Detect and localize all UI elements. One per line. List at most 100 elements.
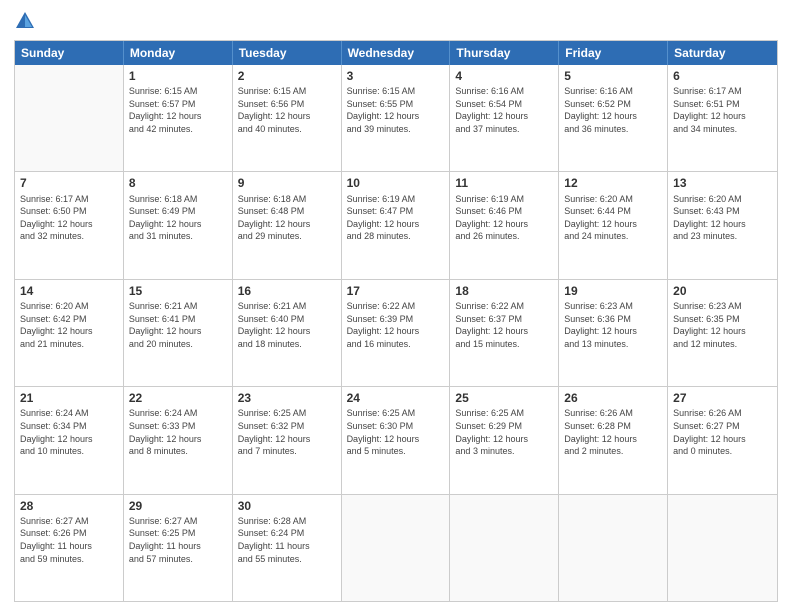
cell-info: Sunrise: 6:17 AM Sunset: 6:51 PM Dayligh… [673,85,772,135]
cell-info: Sunrise: 6:16 AM Sunset: 6:54 PM Dayligh… [455,85,553,135]
calendar-cell: 28Sunrise: 6:27 AM Sunset: 6:26 PM Dayli… [15,495,124,601]
calendar-cell: 3Sunrise: 6:15 AM Sunset: 6:55 PM Daylig… [342,65,451,171]
calendar-cell: 8Sunrise: 6:18 AM Sunset: 6:49 PM Daylig… [124,172,233,278]
calendar-header-wednesday: Wednesday [342,41,451,65]
calendar-cell: 10 Sunrise: 6:19 AM Sunset: 6:47 PM Dayli… [342,172,451,278]
cell-info: Sunrise: 6:21 AM Sunset: 6:41 PM Dayligh… [129,300,227,350]
cell-info: Sunrise: 6:20 AM Sunset: 6:42 PM Dayligh… [20,300,118,350]
calendar-cell: 9 Sunrise: 6:18 AM Sunset: 6:48 PM Daylig… [233,172,342,278]
page-container: SundayMondayTuesdayWednesdayThursdayFrid… [0,0,792,612]
page-header [14,10,778,32]
day-number: 12 [564,175,662,191]
day-number: 22 [129,390,227,406]
day-number: 27 [673,390,772,406]
day-number: 23 [238,390,336,406]
calendar-cell: 1Sunrise: 6:15 AM Sunset: 6:57 PM Daylig… [124,65,233,171]
cell-info: Sunrise: 6:15 AM Sunset: 6:56 PM Dayligh… [238,85,336,135]
calendar-cell: 27Sunrise: 6:26 AM Sunset: 6:27 PM Dayli… [668,387,777,493]
day-number: 15 [129,283,227,299]
day-number: 14 [20,283,118,299]
calendar-header-monday: Monday [124,41,233,65]
calendar-cell: 30Sunrise: 6:28 AM Sunset: 6:24 PM Dayli… [233,495,342,601]
logo-icon [14,10,36,32]
calendar-cell: 2Sunrise: 6:15 AM Sunset: 6:56 PM Daylig… [233,65,342,171]
cell-info: Sunrise: 6:24 AM Sunset: 6:34 PM Dayligh… [20,407,118,457]
cell-info: Sunrise: 6:23 AM Sunset: 6:36 PM Dayligh… [564,300,662,350]
cell-info: Sunrise: 6:25 AM Sunset: 6:30 PM Dayligh… [347,407,445,457]
calendar-cell: 7 Sunrise: 6:17 AM Sunset: 6:50 PM Daylig… [15,172,124,278]
day-number: 25 [455,390,553,406]
calendar-row-1: 7 Sunrise: 6:17 AM Sunset: 6:50 PM Daylig… [15,171,777,278]
calendar-cell [342,495,451,601]
day-number: 18 [455,283,553,299]
calendar-cell [559,495,668,601]
cell-info: Sunrise: 6:17 AM Sunset: 6:50 PM Dayligh… [20,193,118,243]
cell-info: Sunrise: 6:26 AM Sunset: 6:27 PM Dayligh… [673,407,772,457]
calendar-cell: 21Sunrise: 6:24 AM Sunset: 6:34 PM Dayli… [15,387,124,493]
day-number: 19 [564,283,662,299]
day-number: 7 [20,175,118,191]
calendar-cell: 4Sunrise: 6:16 AM Sunset: 6:54 PM Daylig… [450,65,559,171]
cell-info: Sunrise: 6:18 AM Sunset: 6:48 PM Dayligh… [238,193,336,243]
cell-info: Sunrise: 6:22 AM Sunset: 6:37 PM Dayligh… [455,300,553,350]
calendar-cell: 17Sunrise: 6:22 AM Sunset: 6:39 PM Dayli… [342,280,451,386]
cell-info: Sunrise: 6:22 AM Sunset: 6:39 PM Dayligh… [347,300,445,350]
calendar-cell: 12Sunrise: 6:20 AM Sunset: 6:44 PM Dayli… [559,172,668,278]
cell-info: Sunrise: 6:25 AM Sunset: 6:29 PM Dayligh… [455,407,553,457]
cell-info: Sunrise: 6:24 AM Sunset: 6:33 PM Dayligh… [129,407,227,457]
calendar-cell [668,495,777,601]
day-number: 30 [238,498,336,514]
cell-info: Sunrise: 6:23 AM Sunset: 6:35 PM Dayligh… [673,300,772,350]
calendar-cell: 14Sunrise: 6:20 AM Sunset: 6:42 PM Dayli… [15,280,124,386]
calendar-cell: 29Sunrise: 6:27 AM Sunset: 6:25 PM Dayli… [124,495,233,601]
calendar-cell: 15Sunrise: 6:21 AM Sunset: 6:41 PM Dayli… [124,280,233,386]
cell-info: Sunrise: 6:28 AM Sunset: 6:24 PM Dayligh… [238,515,336,565]
day-number: 9 [238,175,336,191]
cell-info: Sunrise: 6:26 AM Sunset: 6:28 PM Dayligh… [564,407,662,457]
day-number: 21 [20,390,118,406]
day-number: 17 [347,283,445,299]
day-number: 3 [347,68,445,84]
calendar-cell [15,65,124,171]
day-number: 5 [564,68,662,84]
calendar-cell: 26Sunrise: 6:26 AM Sunset: 6:28 PM Dayli… [559,387,668,493]
calendar-cell: 25Sunrise: 6:25 AM Sunset: 6:29 PM Dayli… [450,387,559,493]
calendar-header-sunday: Sunday [15,41,124,65]
cell-info: Sunrise: 6:15 AM Sunset: 6:55 PM Dayligh… [347,85,445,135]
calendar-row-4: 28Sunrise: 6:27 AM Sunset: 6:26 PM Dayli… [15,494,777,601]
calendar-cell: 22Sunrise: 6:24 AM Sunset: 6:33 PM Dayli… [124,387,233,493]
calendar-row-3: 21Sunrise: 6:24 AM Sunset: 6:34 PM Dayli… [15,386,777,493]
calendar-cell: 6Sunrise: 6:17 AM Sunset: 6:51 PM Daylig… [668,65,777,171]
calendar-cell [450,495,559,601]
day-number: 16 [238,283,336,299]
calendar-row-0: 1Sunrise: 6:15 AM Sunset: 6:57 PM Daylig… [15,65,777,171]
calendar-header-friday: Friday [559,41,668,65]
cell-info: Sunrise: 6:16 AM Sunset: 6:52 PM Dayligh… [564,85,662,135]
day-number: 28 [20,498,118,514]
calendar-cell: 13Sunrise: 6:20 AM Sunset: 6:43 PM Dayli… [668,172,777,278]
calendar: SundayMondayTuesdayWednesdayThursdayFrid… [14,40,778,602]
day-number: 4 [455,68,553,84]
calendar-cell: 24Sunrise: 6:25 AM Sunset: 6:30 PM Dayli… [342,387,451,493]
calendar-header-thursday: Thursday [450,41,559,65]
day-number: 10 [347,175,445,191]
cell-info: Sunrise: 6:27 AM Sunset: 6:25 PM Dayligh… [129,515,227,565]
calendar-body: 1Sunrise: 6:15 AM Sunset: 6:57 PM Daylig… [15,65,777,601]
day-number: 1 [129,68,227,84]
calendar-cell: 19Sunrise: 6:23 AM Sunset: 6:36 PM Dayli… [559,280,668,386]
calendar-row-2: 14Sunrise: 6:20 AM Sunset: 6:42 PM Dayli… [15,279,777,386]
calendar-cell: 23Sunrise: 6:25 AM Sunset: 6:32 PM Dayli… [233,387,342,493]
day-number: 11 [455,175,553,191]
day-number: 29 [129,498,227,514]
cell-info: Sunrise: 6:19 AM Sunset: 6:47 PM Dayligh… [347,193,445,243]
calendar-cell: 18Sunrise: 6:22 AM Sunset: 6:37 PM Dayli… [450,280,559,386]
day-number: 24 [347,390,445,406]
cell-info: Sunrise: 6:18 AM Sunset: 6:49 PM Dayligh… [129,193,227,243]
day-number: 6 [673,68,772,84]
day-number: 13 [673,175,772,191]
cell-info: Sunrise: 6:21 AM Sunset: 6:40 PM Dayligh… [238,300,336,350]
calendar-cell: 16Sunrise: 6:21 AM Sunset: 6:40 PM Dayli… [233,280,342,386]
calendar-header-saturday: Saturday [668,41,777,65]
calendar-cell: 11Sunrise: 6:19 AM Sunset: 6:46 PM Dayli… [450,172,559,278]
calendar-header-row: SundayMondayTuesdayWednesdayThursdayFrid… [15,41,777,65]
